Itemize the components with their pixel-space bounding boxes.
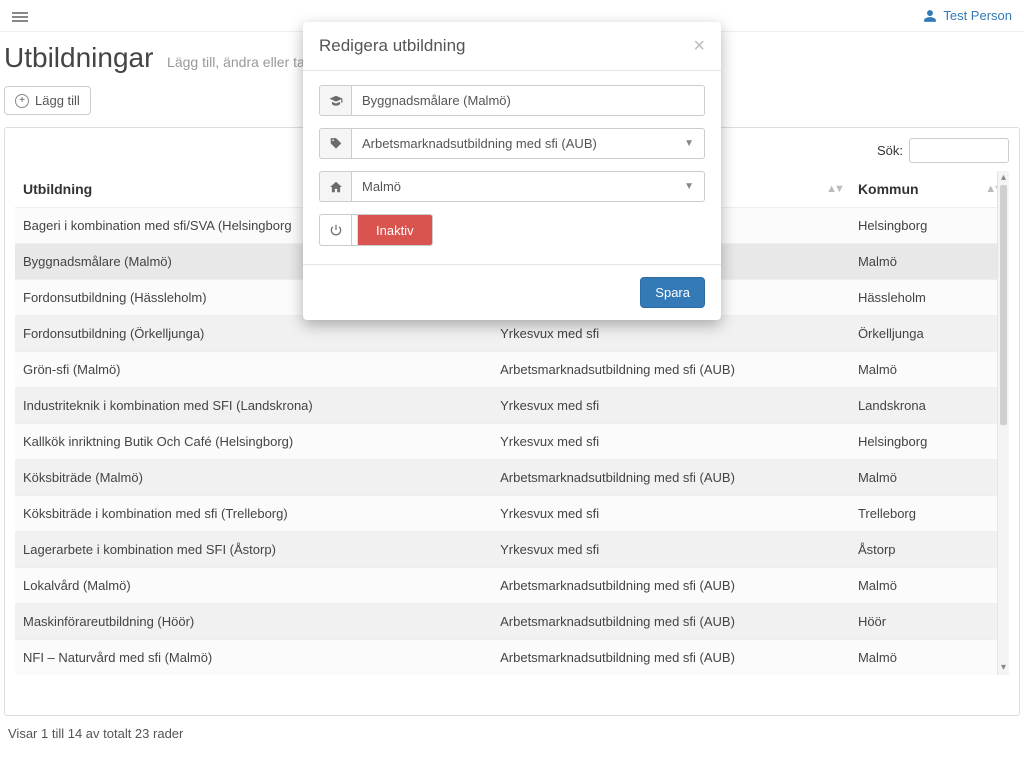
name-field[interactable] [351, 85, 705, 116]
cell-kom: Höör [850, 604, 1009, 640]
cell-typ: Arbetsmarknadsutbildning med sfi (AUB) [492, 568, 850, 604]
status-label: Inaktiv [358, 215, 432, 245]
cell-kom: Malmö [850, 568, 1009, 604]
cell-utb: Lokalvård (Malmö) [15, 568, 492, 604]
save-button[interactable]: Spara [640, 277, 705, 308]
cell-typ: Arbetsmarknadsutbildning med sfi (AUB) [492, 640, 850, 676]
chevron-down-icon: ▼ [684, 181, 694, 192]
power-icon [319, 214, 351, 246]
edit-modal: Redigera utbildning × Arbetsmarknadsutbi… [303, 22, 721, 320]
table-row[interactable]: NFI – Naturvård med sfi (Malmö)Arbetsmar… [15, 640, 1009, 676]
cell-utb: Maskinförareutbildning (Höör) [15, 604, 492, 640]
tag-icon [319, 128, 351, 159]
type-select[interactable]: Arbetsmarknadsutbildning med sfi (AUB) ▼ [351, 128, 705, 159]
close-icon[interactable]: × [693, 36, 705, 56]
scroll-down-icon: ▾ [998, 661, 1009, 675]
modal-title: Redigera utbildning [319, 36, 466, 56]
kommun-select[interactable]: Malmö ▼ [351, 171, 705, 202]
table-row[interactable]: Maskinförareutbildning (Höör)Arbetsmarkn… [15, 604, 1009, 640]
home-icon [319, 171, 351, 202]
cell-kom: Malmö [850, 640, 1009, 676]
kommun-value: Malmö [362, 179, 401, 194]
type-value: Arbetsmarknadsutbildning med sfi (AUB) [362, 136, 597, 151]
table-row[interactable]: Lokalvård (Malmö)Arbetsmarknadsutbildnin… [15, 568, 1009, 604]
table-footer: Visar 1 till 14 av totalt 23 rader [8, 726, 1020, 741]
cell-utb: NFI – Naturvård med sfi (Malmö) [15, 640, 492, 676]
cell-typ: Arbetsmarknadsutbildning med sfi (AUB) [492, 604, 850, 640]
status-toggle[interactable]: Inaktiv [351, 214, 433, 246]
graduation-cap-icon [319, 85, 351, 116]
chevron-down-icon: ▼ [684, 138, 694, 149]
